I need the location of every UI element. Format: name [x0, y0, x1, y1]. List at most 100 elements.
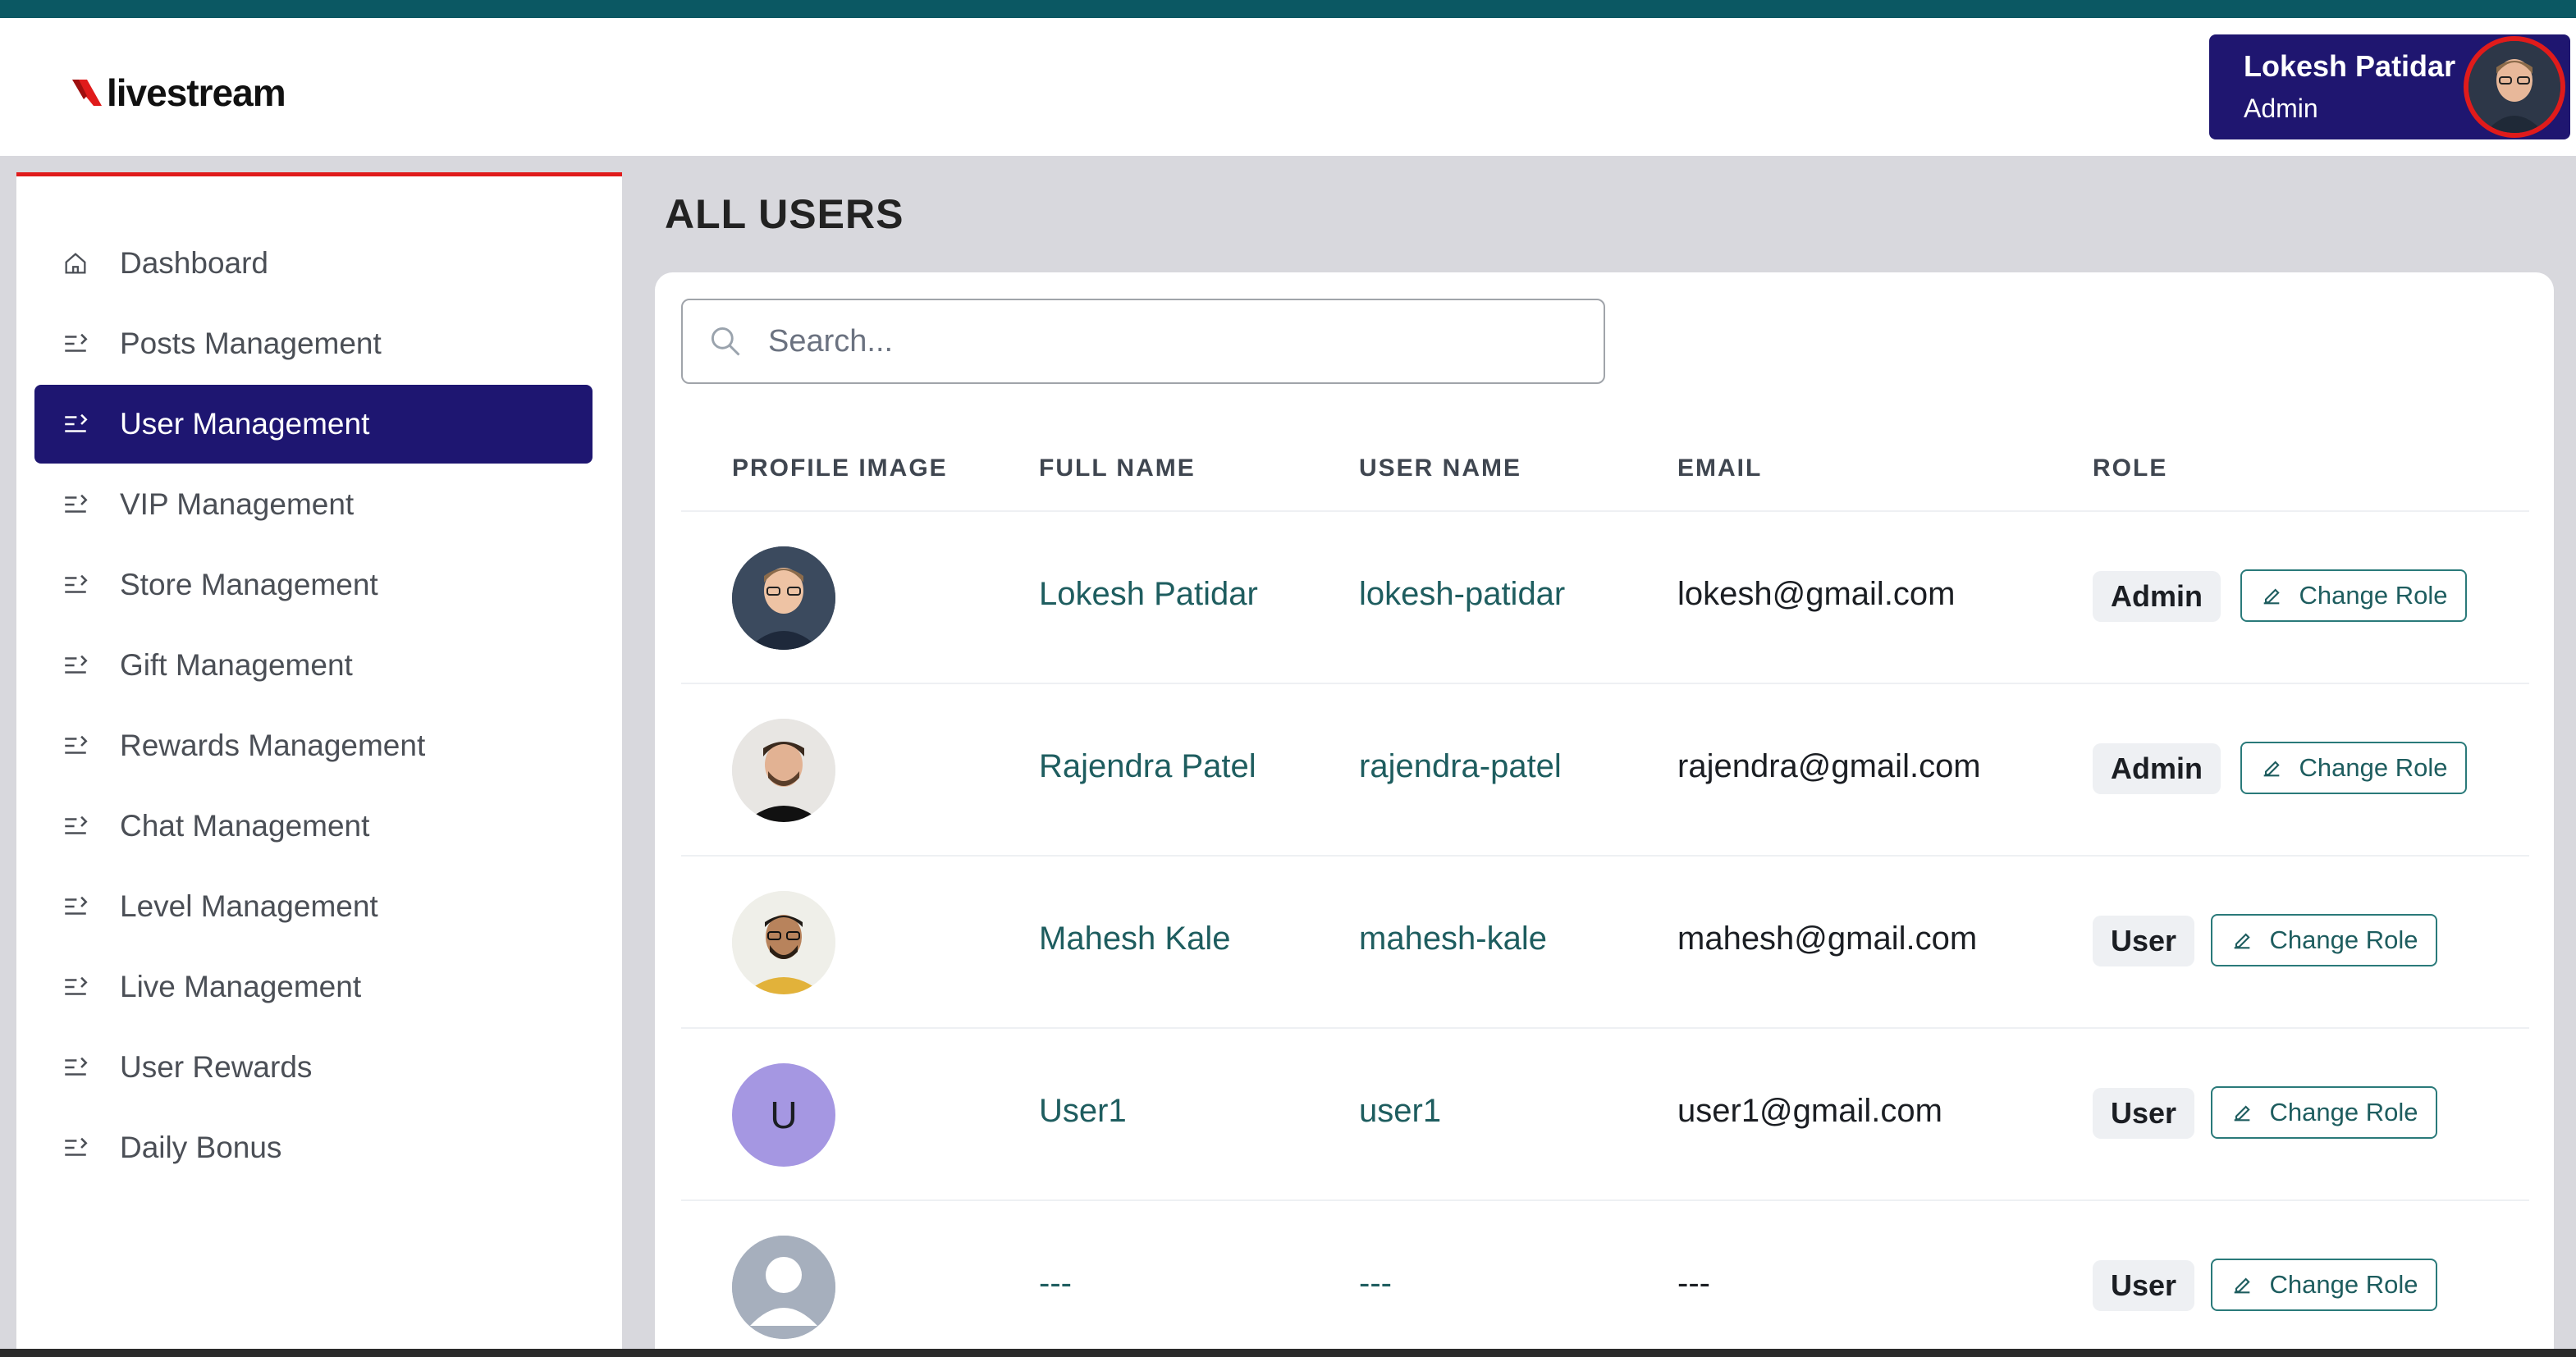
column-header-role: ROLE: [2093, 455, 2168, 482]
edit-icon: [2234, 1277, 2250, 1294]
table-row: Mahesh Kale mahesh-kale mahesh@gmail.com…: [681, 855, 2529, 1027]
change-role-label: Change Role: [2269, 925, 2418, 954]
sidebar-item-label: Gift Management: [120, 648, 353, 682]
search-icon: [711, 327, 740, 356]
email-cell: ---: [1677, 1265, 1710, 1301]
email-cell: rajendra@gmail.com: [1677, 748, 1981, 784]
sidebar-item-label: Posts Management: [120, 327, 382, 360]
full-name-cell[interactable]: ---: [1039, 1265, 1072, 1302]
sidebar-item-dashboard[interactable]: Dashboard: [34, 224, 593, 303]
sidebar-item-label: Chat Management: [120, 809, 370, 843]
avatar: [732, 546, 835, 650]
list-arrow-icon: [59, 569, 92, 601]
app-header: livestream Lokesh Patidar Admin: [0, 18, 2576, 156]
full-name-cell[interactable]: User1: [1039, 1093, 1127, 1130]
sidebar-item-label: Store Management: [120, 568, 378, 601]
full-name-cell[interactable]: Rajendra Patel: [1039, 748, 1256, 785]
change-role-button[interactable]: Change Role: [2211, 1259, 2437, 1311]
sidebar-item-user-rewards[interactable]: User Rewards: [34, 1028, 593, 1107]
email-cell: lokesh@gmail.com: [1677, 576, 1956, 612]
sidebar-item-label: VIP Management: [120, 487, 355, 521]
change-role-button[interactable]: Change Role: [2240, 742, 2467, 794]
users-table-card: PROFILE IMAGE FULL NAME USER NAME EMAIL …: [655, 272, 2554, 1357]
user-name-cell[interactable]: rajendra-patel: [1359, 748, 1562, 785]
sidebar-item-rewards-management[interactable]: Rewards Management: [34, 706, 593, 785]
sidebar-item-daily-bonus[interactable]: Daily Bonus: [34, 1108, 593, 1187]
top-accent-bar: [0, 0, 2576, 18]
user-name: Lokesh Patidar: [2244, 49, 2456, 83]
list-arrow-icon: [59, 1131, 92, 1164]
change-role-label: Change Role: [2269, 1098, 2418, 1126]
list-arrow-icon: [59, 327, 92, 360]
table-row: U User1 user1 user1@gmail.com User Chang…: [681, 1027, 2529, 1199]
change-role-button[interactable]: Change Role: [2211, 1086, 2437, 1139]
table-row: Rajendra Patel rajendra-patel rajendra@g…: [681, 683, 2529, 855]
full-name-cell[interactable]: Mahesh Kale: [1039, 921, 1230, 957]
list-arrow-icon: [59, 649, 92, 682]
table-row: Lokesh Patidar lokesh-patidar lokesh@gma…: [681, 510, 2529, 683]
sidebar-item-store-management[interactable]: Store Management: [34, 546, 593, 624]
role-badge: Admin: [2093, 571, 2221, 622]
logo-text: livestream: [107, 71, 286, 114]
email-cell: user1@gmail.com: [1677, 1093, 1942, 1129]
sidebar-item-posts-management[interactable]: Posts Management: [34, 304, 593, 383]
sidebar-item-label: Live Management: [120, 970, 362, 1003]
user-name-cell[interactable]: lokesh-patidar: [1359, 576, 1565, 613]
user-name-cell[interactable]: user1: [1359, 1093, 1441, 1130]
sidebar-item-label: User Management: [120, 407, 370, 441]
column-header-user-name: USER NAME: [1359, 455, 1522, 482]
list-arrow-icon: [59, 408, 92, 441]
list-arrow-icon: [59, 488, 92, 521]
default-avatar-icon: [732, 1236, 835, 1339]
search-input[interactable]: [768, 323, 1507, 359]
full-name-cell[interactable]: Lokesh Patidar: [1039, 576, 1258, 613]
list-arrow-icon: [59, 810, 92, 843]
role-badge: User: [2093, 1260, 2195, 1311]
page-title: ALL USERS: [665, 191, 904, 237]
column-header-full-name: FULL NAME: [1039, 455, 1196, 482]
sidebar-item-gift-management[interactable]: Gift Management: [34, 626, 593, 705]
column-header-profile-image: PROFILE IMAGE: [732, 455, 948, 482]
edit-icon: [2234, 1105, 2250, 1122]
main-content: ALL USERS PROFILE IMAGE FULL NAME USER N…: [640, 156, 2576, 1357]
sidebar-item-live-management[interactable]: Live Management: [34, 948, 593, 1026]
sidebar-item-user-management[interactable]: User Management: [34, 385, 593, 464]
role-badge: User: [2093, 1088, 2195, 1139]
app-logo[interactable]: livestream: [69, 64, 286, 121]
sidebar-item-label: Dashboard: [120, 246, 269, 280]
avatar: U: [732, 1063, 835, 1167]
avatar: [732, 719, 835, 822]
user-name-cell[interactable]: ---: [1359, 1265, 1392, 1302]
sidebar-item-chat-management[interactable]: Chat Management: [34, 787, 593, 866]
home-icon: [59, 247, 92, 280]
avatar: [732, 891, 835, 994]
edit-icon: [2263, 761, 2280, 777]
email-cell: mahesh@gmail.com: [1677, 921, 1978, 957]
sidebar-item-label: Rewards Management: [120, 729, 426, 762]
sidebar-item-label: Daily Bonus: [120, 1131, 282, 1164]
sidebar-item-level-management[interactable]: Level Management: [34, 867, 593, 946]
sidebar-item-vip-management[interactable]: VIP Management: [34, 465, 593, 544]
user-role: Admin: [2244, 94, 2318, 123]
change-role-button[interactable]: Change Role: [2240, 569, 2467, 622]
list-arrow-icon: [59, 1051, 92, 1084]
edit-icon: [2234, 933, 2250, 949]
list-arrow-icon: [59, 890, 92, 923]
logo-mark-icon: [72, 80, 102, 106]
change-role-button[interactable]: Change Role: [2211, 914, 2437, 966]
column-header-email: EMAIL: [1677, 455, 1763, 482]
sidebar-item-label: User Rewards: [120, 1050, 313, 1084]
list-arrow-icon: [59, 971, 92, 1003]
avatar[interactable]: [2464, 36, 2565, 138]
window-bottom-edge: [0, 1349, 2576, 1357]
change-role-label: Change Role: [2299, 581, 2448, 610]
table-row: --- --- --- User Change Role: [681, 1199, 2529, 1357]
user-name-cell[interactable]: mahesh-kale: [1359, 921, 1547, 957]
edit-icon: [2263, 588, 2280, 605]
change-role-label: Change Role: [2299, 753, 2448, 782]
role-badge: User: [2093, 916, 2195, 966]
search-box[interactable]: [681, 299, 1605, 384]
user-profile-menu[interactable]: Lokesh Patidar Admin: [2209, 34, 2570, 139]
change-role-label: Change Role: [2269, 1270, 2418, 1299]
sidebar: Dashboard Posts Management User Manageme…: [16, 172, 622, 1357]
